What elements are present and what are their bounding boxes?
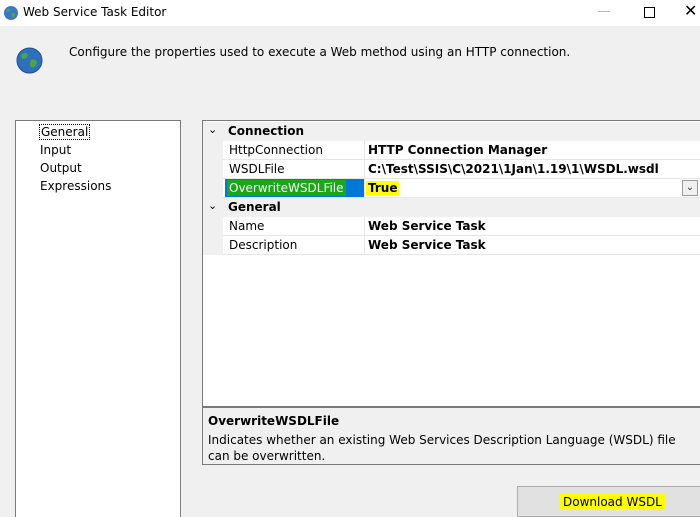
property-value[interactable]: Web Service Task — [368, 238, 486, 252]
column-divider — [364, 179, 365, 198]
download-wsdl-button[interactable]: Download WSDL — [517, 486, 700, 517]
row-divider — [223, 254, 700, 255]
globe-icon — [4, 6, 18, 20]
property-name: WSDLFile — [229, 162, 285, 176]
property-value[interactable]: Web Service Task — [368, 219, 486, 233]
page-list: General Input Output Expressions — [15, 120, 181, 517]
category-connection[interactable]: ⌄ Connection — [203, 122, 700, 141]
header-description: Configure the properties used to execute… — [69, 45, 571, 59]
property-name: HttpConnection — [229, 143, 323, 157]
property-row-name[interactable]: Name Web Service Task — [203, 217, 700, 236]
description-text: Indicates whether an existing Web Servic… — [208, 433, 676, 463]
download-wsdl-label: Download WSDL — [560, 494, 665, 510]
row-gutter — [203, 217, 223, 236]
nav-item-output[interactable]: Output — [40, 160, 82, 176]
row-gutter — [203, 160, 223, 179]
column-divider — [364, 217, 365, 236]
property-value-selected[interactable]: True — [366, 181, 400, 195]
property-value-highlight: True — [366, 181, 400, 195]
property-description-panel: OverwriteWSDLFile Indicates whether an e… — [202, 407, 700, 465]
property-row-httpconnection[interactable]: HttpConnection HTTP Connection Manager — [203, 141, 700, 160]
nav-item-input[interactable]: Input — [40, 142, 71, 158]
category-label: Connection — [228, 124, 305, 138]
nav-item-general[interactable]: General — [39, 124, 91, 140]
window-title: Web Service Task Editor — [23, 5, 167, 19]
row-gutter — [203, 179, 223, 198]
property-grid: ⌄ Connection HttpConnection HTTP Connect… — [202, 120, 700, 407]
minimize-button[interactable] — [598, 0, 612, 14]
property-name: Description — [229, 238, 298, 252]
title-bar: Web Service Task Editor ✕ — [0, 0, 700, 26]
property-value[interactable]: HTTP Connection Manager — [368, 143, 547, 157]
property-value[interactable]: C:\Test\SSIS\C\2021\1Jan\1.19\1\WSDL.wsd… — [368, 162, 659, 176]
column-divider — [364, 236, 365, 255]
selected-property-name: OverwriteWSDLFile — [225, 179, 364, 197]
collapse-icon[interactable]: ⌄ — [208, 123, 217, 136]
column-divider — [364, 160, 365, 179]
value-dropdown-button[interactable]: ⌄ — [682, 180, 698, 196]
collapse-icon[interactable]: ⌄ — [208, 199, 217, 212]
property-row-overwritewsdlfile[interactable]: OverwriteWSDLFile True ⌄ — [203, 179, 700, 198]
maximize-button[interactable] — [644, 7, 655, 18]
property-name: OverwriteWSDLFile — [227, 180, 346, 196]
property-row-description[interactable]: Description Web Service Task — [203, 236, 700, 255]
globe-icon — [16, 47, 43, 74]
category-label: General — [228, 200, 281, 214]
row-gutter — [203, 236, 223, 255]
category-general[interactable]: ⌄ General — [203, 198, 700, 217]
column-divider — [364, 141, 365, 160]
nav-item-expressions[interactable]: Expressions — [40, 178, 111, 194]
property-row-wsdlfile[interactable]: WSDLFile C:\Test\SSIS\C\2021\1Jan\1.19\1… — [203, 160, 700, 179]
close-button[interactable]: ✕ — [684, 0, 700, 22]
property-name: Name — [229, 219, 265, 233]
row-gutter — [203, 141, 223, 160]
description-title: OverwriteWSDLFile — [208, 414, 340, 428]
